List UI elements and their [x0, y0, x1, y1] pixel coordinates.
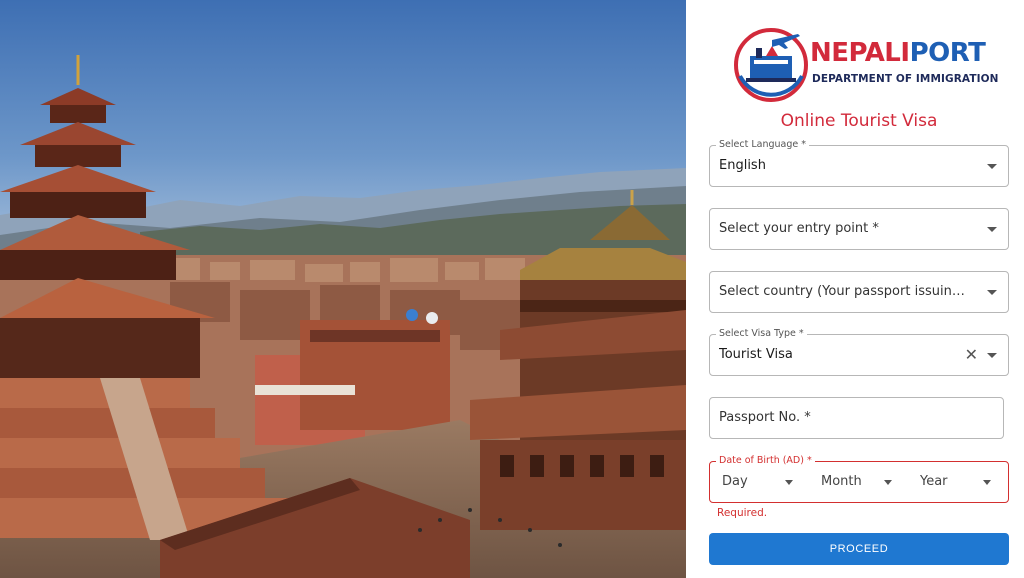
dropdown-caret-icon [983, 480, 991, 485]
form-title: Online Tourist Visa [780, 111, 938, 131]
passport-number-input[interactable]: Passport No. * [709, 397, 1004, 439]
dropdown-caret-icon [987, 164, 997, 169]
clear-icon[interactable]: ✕ [965, 346, 978, 364]
language-value: English [719, 158, 766, 173]
dropdown-caret-icon [987, 353, 997, 358]
entry-point-placeholder: Select your entry point * [719, 221, 879, 236]
dropdown-caret-icon [884, 480, 892, 485]
language-select[interactable]: Select Language * English [709, 139, 1009, 187]
dropdown-caret-icon [785, 480, 793, 485]
brand-name-part2: PORT [909, 38, 986, 68]
dob-day-select[interactable]: Day [722, 474, 748, 489]
dob-year-select[interactable]: Year [920, 474, 948, 489]
visa-type-value: Tourist Visa [719, 347, 793, 362]
nepaliport-logo: NEPALIPORT DEPARTMENT OF IMMIGRATION [732, 26, 998, 106]
hero-photo [0, 0, 686, 578]
visa-type-select[interactable]: Select Visa Type * Tourist Visa ✕ [709, 328, 1009, 376]
date-of-birth-field: Date of Birth (AD) * Day Month Year [709, 455, 1009, 503]
dropdown-caret-icon [987, 227, 997, 232]
dropdown-caret-icon [987, 290, 997, 295]
proceed-button[interactable]: PROCEED [709, 533, 1009, 565]
dob-month-select[interactable]: Month [821, 474, 862, 489]
entry-point-select[interactable]: Select your entry point * [709, 208, 1009, 250]
dob-error-message: Required. [717, 507, 768, 519]
passport-placeholder: Passport No. * [719, 410, 811, 425]
dob-label: Date of Birth (AD) * [716, 455, 815, 467]
brand-subtitle: DEPARTMENT OF IMMIGRATION [812, 73, 999, 85]
brand-name-part1: NEPALI [810, 38, 910, 68]
brand-name: NEPALIPORT [810, 38, 986, 68]
language-label: Select Language * [716, 139, 809, 151]
country-select[interactable]: Select country (Your passport issuing co… [709, 271, 1009, 313]
airport-emblem-icon [734, 28, 808, 102]
visa-type-label: Select Visa Type * [716, 328, 807, 340]
visa-application-page: NEPALIPORT DEPARTMENT OF IMMIGRATION Onl… [0, 0, 1024, 578]
durbar-square-illustration [0, 0, 686, 578]
visa-form-panel: NEPALIPORT DEPARTMENT OF IMMIGRATION Onl… [686, 0, 1024, 578]
country-placeholder: Select country (Your passport issuing co… [719, 284, 971, 299]
